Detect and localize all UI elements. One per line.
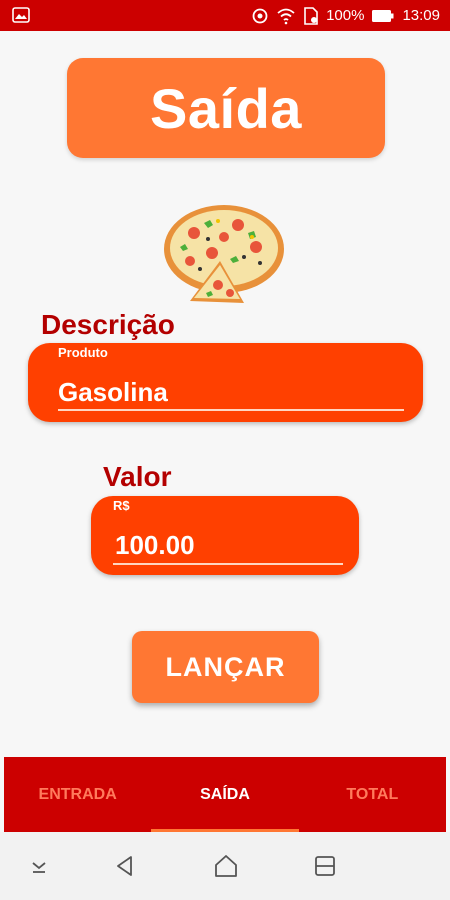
descricao-input[interactable]: Gasolina [58,377,168,408]
down-arrow-icon[interactable] [24,851,54,881]
battery-percent: 100% [326,7,365,24]
tab-total-label: TOTAL [346,785,399,803]
valor-hint: R$ [113,498,130,513]
tab-total[interactable]: TOTAL [299,757,446,832]
descricao-underline [58,409,404,411]
recents-icon[interactable] [310,851,340,881]
back-icon[interactable] [110,851,140,881]
lancar-button[interactable]: LANÇAR [132,631,319,703]
navigation-bar [0,832,450,900]
descricao-label: Descrição [41,309,175,340]
tab-bar: ENTRADA SAÍDA TOTAL [4,757,446,832]
tab-saida[interactable]: SAÍDA [151,757,299,832]
tab-entrada[interactable]: ENTRADA [4,757,151,832]
battery-icon [371,9,395,23]
image-icon [12,7,30,23]
clock: 13:09 [402,7,440,24]
tab-entrada-label: ENTRADA [38,785,117,803]
home-icon[interactable] [211,851,241,881]
valor-underline [113,563,343,565]
page-title: Saída [150,76,302,140]
descricao-hint: Produto [58,345,108,360]
descricao-field[interactable]: Produto Gasolina [28,343,423,422]
valor-label: Valor [103,461,172,492]
sync-icon [251,7,269,25]
title-card: Saída [67,58,385,158]
wifi-icon [276,7,296,25]
pizza-icon [160,203,288,306]
tab-saida-label: SAÍDA [200,785,250,803]
sim-icon [303,6,319,25]
valor-input[interactable]: 100.00 [115,530,195,561]
status-bar: 100% 13:09 [0,0,450,31]
valor-field[interactable]: R$ 100.00 [91,496,359,575]
